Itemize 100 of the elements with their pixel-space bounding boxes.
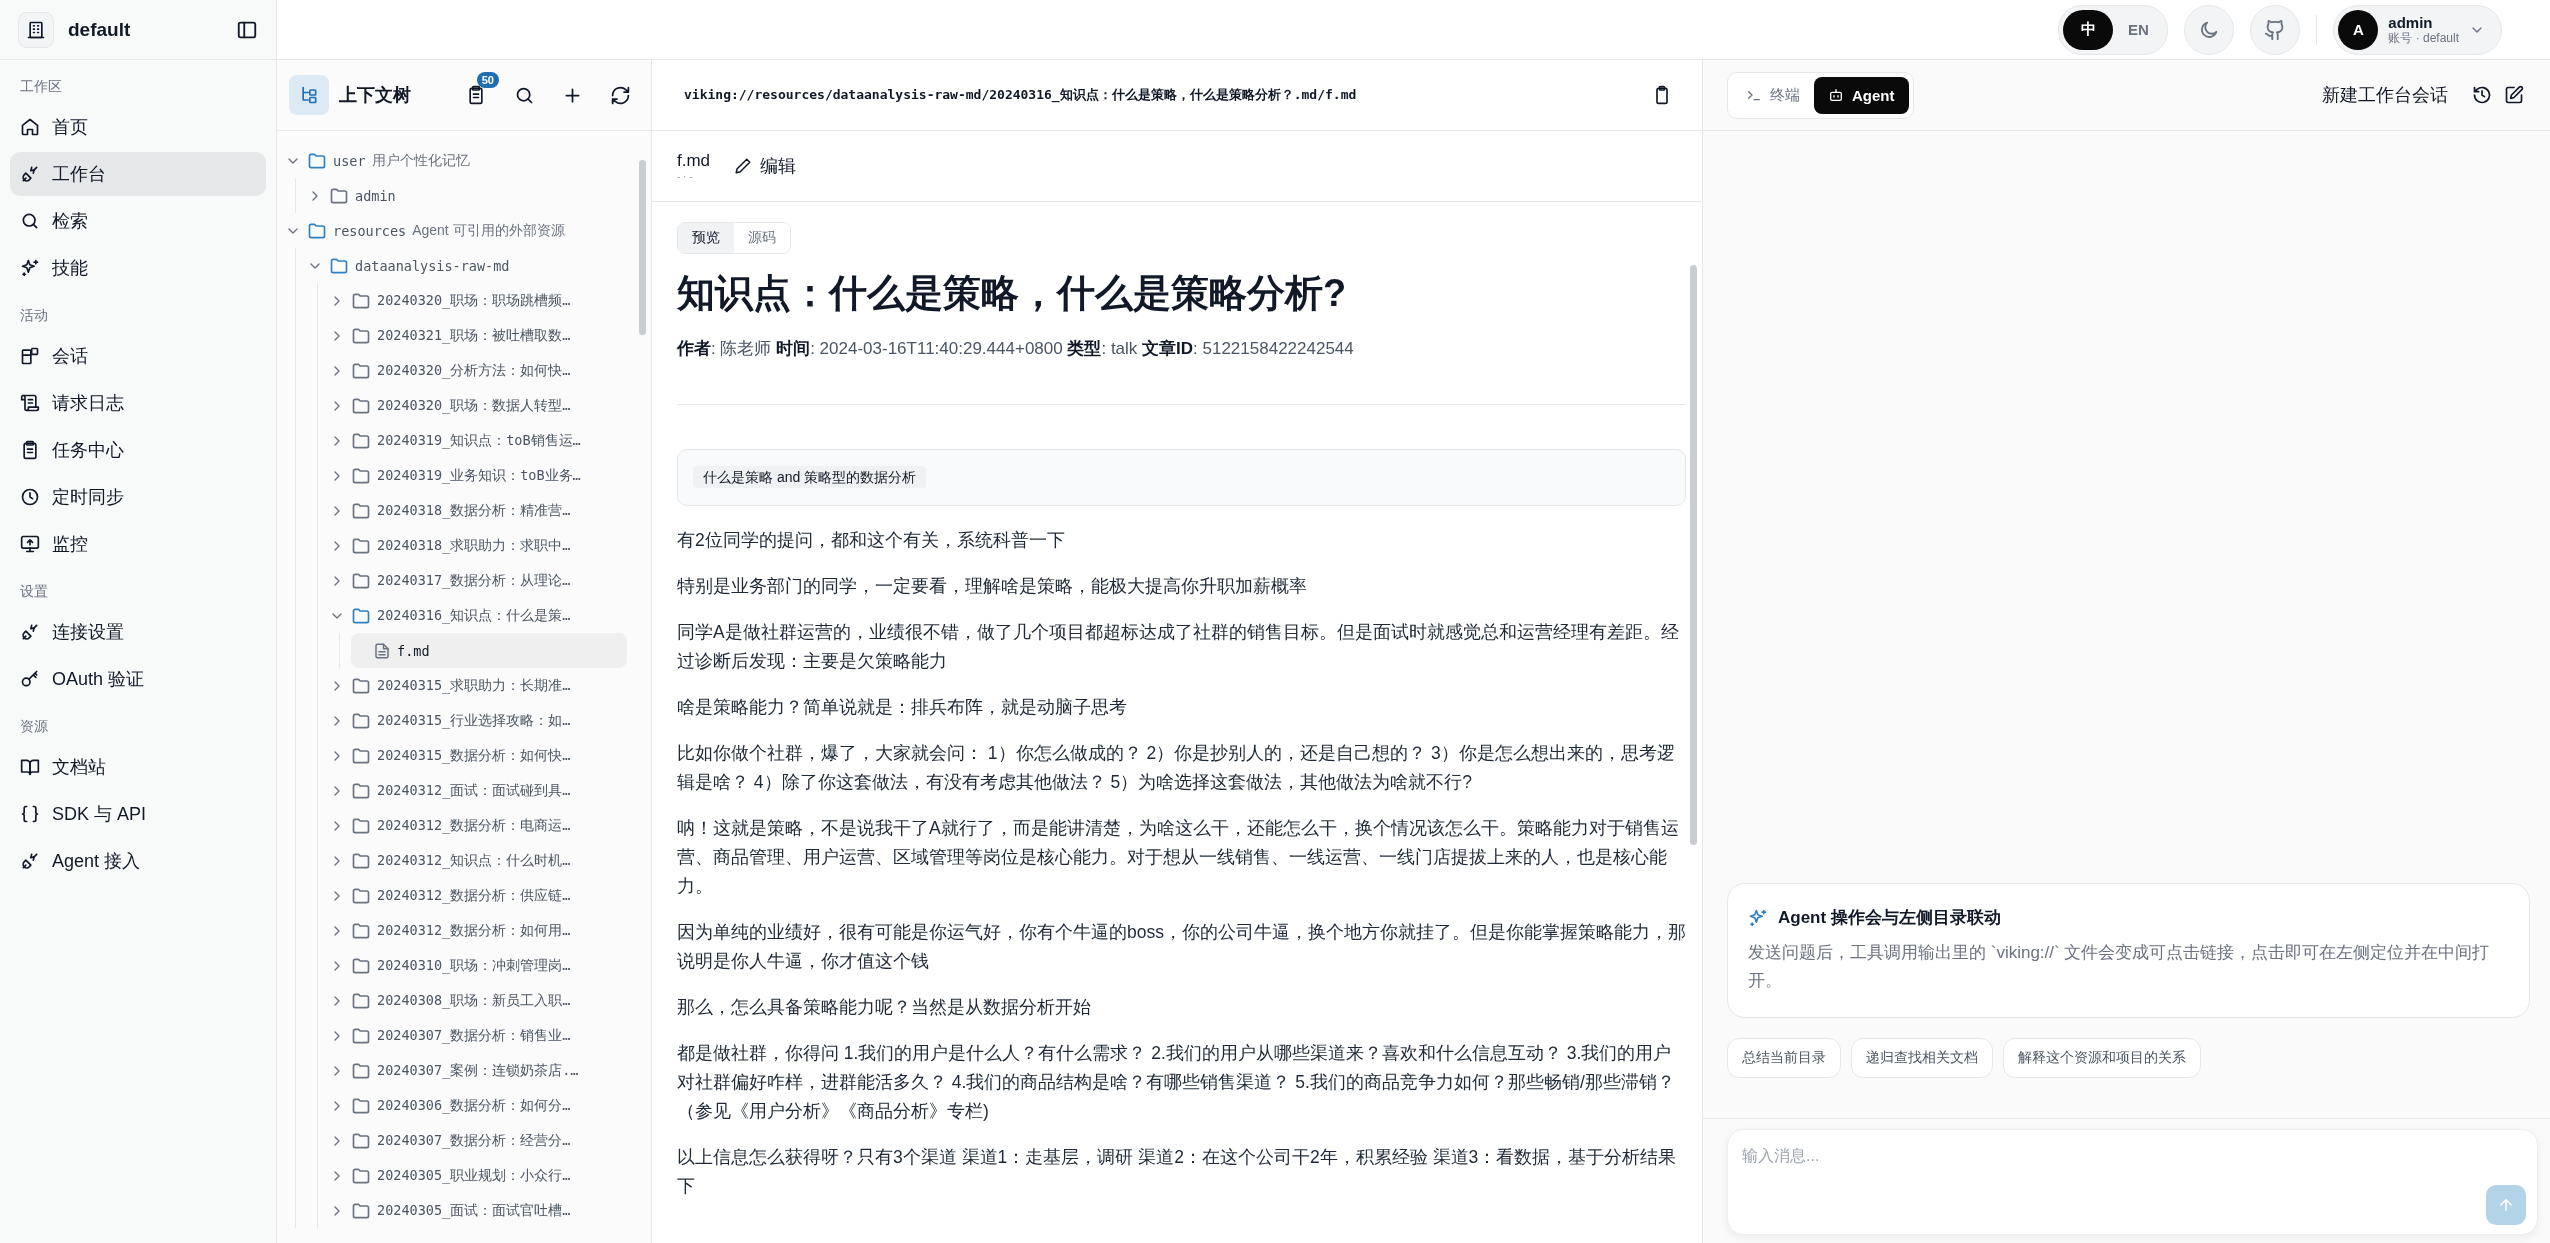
- nav-item[interactable]: 连接设置: [10, 610, 266, 654]
- nav-item[interactable]: 工作台: [10, 152, 266, 196]
- nav-item[interactable]: SDK 与 API: [10, 792, 266, 836]
- tree-folder-item[interactable]: 20240312_数据分析：如何用…: [329, 913, 627, 948]
- home-icon: [20, 117, 40, 137]
- tree-folder-item[interactable]: 20240319_业务知识：toB业务…: [329, 458, 627, 493]
- suggestion-chip[interactable]: 解释这个资源和项目的关系: [2003, 1038, 2201, 1078]
- message-input[interactable]: 输入消息...: [1727, 1129, 2538, 1235]
- panel-title: 上下文树: [339, 84, 412, 107]
- tree-folder-item[interactable]: admin: [307, 178, 627, 213]
- tree-folder-item[interactable]: resources Agent 可引用的外部资源: [285, 213, 627, 248]
- paragraph: 特别是业务部门的同学，一定要看，理解啥是策略，能极大提高你升职加薪概率: [677, 575, 1308, 598]
- tree-folder-item[interactable]: 20240305_职业规划：小众行…: [329, 1158, 627, 1193]
- inline-code: 什么是策略 and 策略型的数据分析: [693, 466, 927, 488]
- document-heading: 知识点：什么是策略，什么是策略分析?: [677, 271, 1348, 316]
- tree-folder-item[interactable]: dataanalysis-raw-md: [307, 248, 627, 283]
- user-name: admin: [2388, 14, 2434, 31]
- tree-folder-item[interactable]: 20240315_数据分析：如何快…: [329, 738, 627, 773]
- arrow-up-icon: [2497, 1196, 2515, 1214]
- tree-folder-item[interactable]: 20240320_职场：数据人转型…: [329, 388, 627, 423]
- count-badge: 50: [476, 72, 499, 88]
- suggestion-chip[interactable]: 总结当前目录: [1727, 1038, 1841, 1078]
- user-menu[interactable]: A admin 账号 · default: [2333, 4, 2502, 55]
- tree-folder-item[interactable]: 20240310_职场：冲刺管理岗…: [329, 948, 627, 983]
- tree-folder-item[interactable]: 20240321_职场：被吐槽取数…: [329, 318, 627, 353]
- tree-folder-item[interactable]: 20240312_数据分析：供应链…: [329, 878, 627, 913]
- tree-folder-item[interactable]: 20240316_知识点：什么是策…: [329, 598, 627, 633]
- tree-file-item[interactable]: f.md: [351, 633, 627, 668]
- tree-folder-item[interactable]: 20240318_求职助力：求职中…: [329, 528, 627, 563]
- section-heading: 资源: [19, 717, 49, 736]
- section-heading: 工作区: [19, 78, 63, 96]
- clock-icon: [20, 487, 40, 507]
- nav-item[interactable]: 首页: [10, 105, 266, 149]
- nav-item[interactable]: 请求日志: [10, 381, 266, 425]
- paragraph: 都是做社群，你得问 1.我们的用户是什么人？有什么需求？ 2.我们的用户从哪些渠道来？喜欢和什么信息互动？ 3.我们的用户对社群偏好咋样，进群能活多久？ 4.我们的商品结构是啥？有哪些销售渠道？ 5.我们的商品竞争力如何？那些畅销/那些滞销？（参见《用户分析》《商品分析》专栏): [677, 1042, 1676, 1123]
- workspace-name: default: [68, 18, 132, 41]
- paragraph: 那么，怎么具备策略能力呢？当然是从数据分析开始: [677, 996, 1092, 1019]
- paragraph: 以上信息怎么获得呀？只有3个渠道 渠道1：走基层，调研 渠道2：在这个公司干2年，积累经验 渠道3：看数据，基于分析结果下: [677, 1146, 1678, 1198]
- tree-folder-item[interactable]: 20240312_面试：面试碰到具…: [329, 773, 627, 808]
- article-info: 作者: 陈老师 时间: 2024-03-16T11:40:29.444+0800 类型: talk 文章ID: 5122158422242544: [677, 338, 1355, 360]
- mode-tab[interactable]: 终端: [1732, 76, 1814, 114]
- nav-item[interactable]: Agent 接入: [10, 839, 266, 883]
- bot-icon: [1828, 87, 1844, 103]
- pencil-icon: [734, 157, 753, 175]
- paragraph: 呐！这就是策略，不是说我干了A就行了，而是能讲清楚，为啥这么干，还能怎么干，换个情况该怎么干。策略能力对于销售运营、商品管理、用户运营、区域管理等岗位是核心能力。对于想从一线销售、一线运营、一线门店提拔上来的人，也是核心能力。: [677, 817, 1680, 898]
- nav-item[interactable]: 检索: [10, 199, 266, 243]
- refresh-icon: [609, 84, 631, 106]
- tree-folder-item[interactable]: 20240317_数据分析：从理论…: [329, 563, 627, 598]
- tree-folder-item[interactable]: 20240320_分析方法：如何快…: [329, 353, 627, 388]
- tree-folder-item[interactable]: 20240308_职场：新员工入职…: [329, 983, 627, 1018]
- language-option[interactable]: 中: [2063, 9, 2114, 50]
- nav-item[interactable]: 会话: [10, 334, 266, 378]
- book-icon: [20, 757, 40, 777]
- tip-text: 发送问题后，工具调用输出里的 `viking://` 文件会变成可点击链接，点击即可在左侧定位并在中间打开。: [1748, 942, 2491, 992]
- blocks-icon: [20, 346, 40, 366]
- session-title: 新建工作台会话: [2321, 84, 2448, 107]
- view-tab[interactable]: 预览: [678, 223, 734, 253]
- edit-icon: [2504, 85, 2524, 105]
- suggestion-chip[interactable]: 递归查找相关文档: [1851, 1038, 1993, 1078]
- tree-folder-item[interactable]: 20240315_求职助力：长期准…: [329, 668, 627, 703]
- tree-folder-item[interactable]: 20240319_知识点：toB销售运…: [329, 423, 627, 458]
- tree-folder-item[interactable]: 20240306_数据分析：如何分…: [329, 1088, 627, 1123]
- nav-item[interactable]: 监控: [10, 522, 266, 566]
- nav-item[interactable]: 任务中心: [10, 428, 266, 472]
- nav-item[interactable]: 文档站: [10, 745, 266, 789]
- scrollbar-thumb[interactable]: [1690, 265, 1697, 845]
- language-option[interactable]: EN: [2113, 9, 2164, 50]
- search-icon: [20, 211, 40, 231]
- tree-folder-item[interactable]: 20240307_数据分析：经营分…: [329, 1123, 627, 1158]
- scrollbar-thumb[interactable]: [639, 160, 646, 335]
- section-heading: 活动: [19, 306, 49, 325]
- edit-button[interactable]: 编辑: [734, 154, 797, 178]
- avatar: A: [2338, 9, 2379, 50]
- file-meta: - · -: [677, 170, 694, 182]
- mode-tab[interactable]: Agent: [1814, 76, 1909, 114]
- nav-item[interactable]: 定时同步: [10, 475, 266, 519]
- plug-icon: [20, 164, 40, 184]
- tree-folder-item[interactable]: 20240320_职场：职场跳槽频…: [329, 283, 627, 318]
- paragraph: 比如你做个社群，爆了，大家就会问： 1）你怎么做成的？ 2）你是抄别人的，还是自己想的？ 3）你是怎么想出来的，思考逻辑是啥？ 4）除了你这套做法，有没有考虑其他做法？ 5）为啥选择这套做法，其他做法为啥就不行?: [677, 742, 1676, 794]
- list-icon: [466, 85, 486, 105]
- tree-folder-item[interactable]: 20240307_数据分析：销售业…: [329, 1018, 627, 1053]
- nav-item[interactable]: 技能: [10, 246, 266, 290]
- tree-folder-item[interactable]: user 用户个性化记忆: [285, 143, 627, 178]
- tree-folder-item[interactable]: 20240315_行业选择攻略：如…: [329, 703, 627, 738]
- history-icon: [2472, 85, 2492, 105]
- tree-folder-item[interactable]: 20240312_数据分析：电商运…: [329, 808, 627, 843]
- monitor-icon: [20, 534, 40, 554]
- section-heading: 设置: [19, 582, 49, 601]
- clipboard-icon: [20, 440, 40, 460]
- tree-folder-item[interactable]: 20240305_面试：面试官吐槽…: [329, 1193, 627, 1228]
- paragraph: 有2位同学的提问，都和这个有关，系统科普一下: [677, 529, 1066, 552]
- tree-folder-item[interactable]: 20240318_数据分析：精准营…: [329, 493, 627, 528]
- file-name: f.md: [677, 150, 711, 171]
- nav-item[interactable]: OAuth 验证: [10, 657, 266, 701]
- plug-icon: [20, 851, 40, 871]
- tree-folder-item[interactable]: 20240312_知识点：什么时机…: [329, 843, 627, 878]
- braces-icon: [20, 804, 40, 824]
- tree-folder-item[interactable]: 20240307_案例：连锁奶茶店.…: [329, 1053, 627, 1088]
- sparkle-icon: [1748, 907, 1768, 928]
- tip-title: Agent 操作会与左侧目录联动: [1778, 907, 2001, 929]
